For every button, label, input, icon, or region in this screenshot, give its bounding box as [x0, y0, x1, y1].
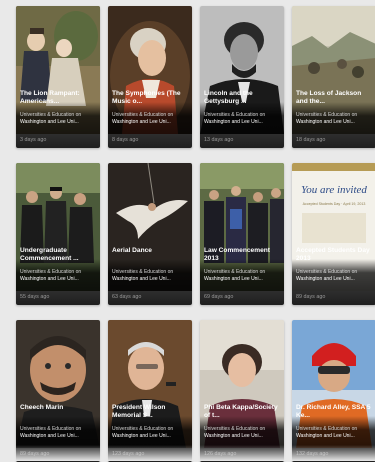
video-channel[interactable]: Universities & Education on Washington an…: [204, 269, 281, 282]
channel-link[interactable]: Washington and Lee Uni...: [20, 119, 79, 125]
channel-link[interactable]: Washington and Lee Uni...: [296, 276, 355, 282]
video-title[interactable]: President Wilson Memorial S...: [112, 404, 189, 420]
channel-link[interactable]: Washington and Lee Uni...: [204, 433, 263, 439]
video-age: 8 days ago: [112, 137, 139, 143]
channel-link[interactable]: Washington and Lee Uni...: [204, 276, 263, 282]
category-label: Universities & Education on: [296, 269, 358, 275]
video-age: 69 days ago: [204, 294, 234, 300]
channel-link[interactable]: Washington and Lee Uni...: [20, 433, 79, 439]
category-label: Universities & Education on: [204, 269, 266, 275]
video-channel[interactable]: Universities & Education on Washington an…: [20, 112, 97, 125]
video-age: 132 days ago: [296, 451, 329, 457]
video-channel[interactable]: Universities & Education on Washington an…: [296, 426, 373, 439]
video-channel[interactable]: Universities & Education on Washington an…: [296, 269, 373, 282]
video-title[interactable]: The Loss of Jackson and the...: [296, 90, 373, 106]
video-age: 3 days ago: [20, 137, 47, 143]
category-label: Universities & Education on: [112, 269, 174, 275]
video-card[interactable]: President Wilson Memorial S... Universit…: [108, 320, 192, 462]
video-channel[interactable]: Universities & Education on Washington an…: [20, 426, 97, 439]
channel-link[interactable]: Washington and Lee Uni...: [112, 119, 171, 125]
invitation-heading: You are invited: [301, 184, 367, 196]
video-title[interactable]: Phi Beta Kappa/Society of t...: [204, 404, 281, 420]
video-card[interactable]: Undergraduate Commencement ... Universit…: [16, 163, 100, 305]
channel-link[interactable]: Washington and Lee Uni...: [20, 276, 79, 282]
video-age: 13 days ago: [204, 137, 234, 143]
channel-link[interactable]: Washington and Lee Uni...: [204, 119, 263, 125]
category-label: Universities & Education on: [112, 112, 174, 118]
category-label: Universities & Education on: [296, 112, 358, 118]
video-channel[interactable]: Universities & Education on Washington an…: [112, 269, 189, 282]
video-title[interactable]: Undergraduate Commencement ...: [20, 247, 97, 263]
category-label: Universities & Education on: [204, 426, 266, 432]
channel-link[interactable]: Washington and Lee Uni...: [296, 433, 355, 439]
video-age: 63 days ago: [112, 294, 142, 300]
video-age: 18 days ago: [296, 137, 326, 143]
video-title[interactable]: Aerial Dance: [112, 247, 189, 255]
video-card[interactable]: The Loss of Jackson and the... Universit…: [292, 6, 375, 148]
video-age: 89 days ago: [20, 451, 50, 457]
invitation-subtext: Accepted Students Day · April 19, 2013: [303, 202, 366, 206]
video-age: 89 days ago: [296, 294, 326, 300]
category-label: Universities & Education on: [112, 426, 174, 432]
video-age: 55 days ago: [20, 294, 50, 300]
category-label: Universities & Education on: [20, 426, 82, 432]
video-card[interactable]: Phi Beta Kappa/Society of t... Universit…: [200, 320, 284, 462]
video-channel[interactable]: Universities & Education on Washington an…: [296, 112, 373, 125]
video-card[interactable]: Dr. Richard Alley, SSA 5 Ke... Universit…: [292, 320, 375, 462]
category-label: Universities & Education on: [20, 112, 82, 118]
video-title[interactable]: The Lion Rampant: Americans...: [20, 90, 97, 106]
video-card[interactable]: Lincoln and the Gettysburg ... Universit…: [200, 6, 284, 148]
video-title[interactable]: Dr. Richard Alley, SSA 5 Ke...: [296, 404, 373, 420]
video-card[interactable]: You are invited Accepted Students Day · …: [292, 163, 375, 305]
category-label: Universities & Education on: [296, 426, 358, 432]
video-title[interactable]: Accepted Students Day 2013: [296, 247, 373, 263]
video-card[interactable]: Cheech Marin Universities & Education on…: [16, 320, 100, 462]
video-channel[interactable]: Universities & Education on Washington an…: [112, 112, 189, 125]
category-label: Universities & Education on: [20, 269, 82, 275]
video-card[interactable]: The Lion Rampant: Americans... Universit…: [16, 6, 100, 148]
video-title[interactable]: Cheech Marin: [20, 404, 97, 412]
video-title[interactable]: Lincoln and the Gettysburg ...: [204, 90, 281, 106]
channel-link[interactable]: Washington and Lee Uni...: [112, 433, 171, 439]
channel-link[interactable]: Washington and Lee Uni...: [112, 276, 171, 282]
category-label: Universities & Education on: [204, 112, 266, 118]
video-age: 123 days ago: [112, 451, 145, 457]
video-title[interactable]: The Symphonies (The Music o...: [112, 90, 189, 106]
video-title[interactable]: Law Commencement 2013: [204, 247, 281, 263]
video-age: 126 days ago: [204, 451, 237, 457]
video-card[interactable]: The Symphonies (The Music o... Universit…: [108, 6, 192, 148]
video-channel[interactable]: Universities & Education on Washington an…: [204, 112, 281, 125]
video-card[interactable]: Law Commencement 2013 Universities & Edu…: [200, 163, 284, 305]
video-channel[interactable]: Universities & Education on Washington an…: [112, 426, 189, 439]
video-channel[interactable]: Universities & Education on Washington an…: [20, 269, 97, 282]
video-card[interactable]: Aerial Dance Universities & Education on…: [108, 163, 192, 305]
channel-link[interactable]: Washington and Lee Uni...: [296, 119, 355, 125]
video-channel[interactable]: Universities & Education on Washington an…: [204, 426, 281, 439]
